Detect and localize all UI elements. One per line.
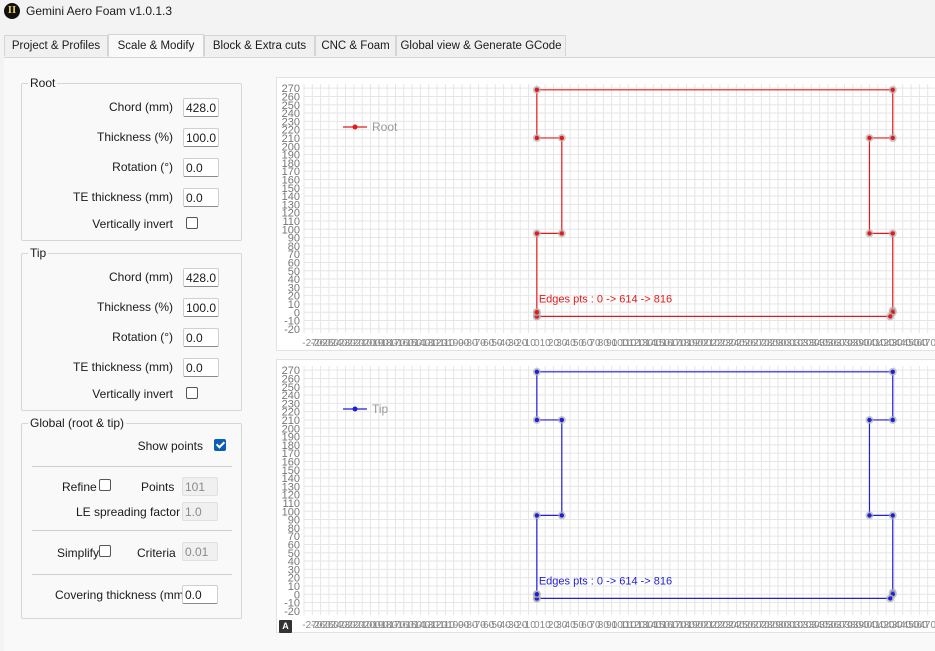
root-group: Root Chord (mm) 428.0 Thickness (%) 100.… (21, 76, 242, 241)
data-point (559, 417, 564, 423)
data-point (559, 231, 564, 236)
root-thickness-field[interactable]: 100.0 (183, 128, 219, 147)
series-line-tip (536, 371, 894, 599)
legend-marker (352, 406, 358, 412)
refine-label: Refine (62, 480, 97, 494)
plot-autoscale-icon[interactable]: A (279, 620, 292, 633)
tip-group: Tip Chord (mm) 428.0 Thickness (%) 100.0… (21, 246, 242, 411)
legend-label: Root (372, 120, 398, 134)
separator (32, 574, 232, 575)
data-point (534, 369, 540, 375)
title-bar: II Gemini Aero Foam v1.0.1.3 (0, 0, 935, 24)
root-te-field[interactable]: 0.0 (183, 188, 219, 207)
tip-thickness-label: Thickness (%) (96, 300, 173, 314)
data-point (559, 135, 564, 141)
covering-thickness-field[interactable]: 0.0 (182, 585, 218, 604)
edges-annotation: Edges pts : 0 -> 614 -> 816 (539, 575, 672, 587)
points-label: Points (141, 480, 175, 494)
tab-project-profiles[interactable]: Project & Profiles (4, 35, 108, 56)
simplify-checkbox[interactable] (99, 545, 111, 557)
app-logo-icon: II (4, 3, 20, 19)
root-group-title: Root (28, 76, 58, 90)
global-group-title: Global (root & tip) (28, 416, 127, 430)
tip-group-title: Tip (28, 246, 49, 260)
tip-profile-plot[interactable]: 270 260 250 240 230 220 210 200 190 180 170 160 150 1… (276, 359, 935, 633)
show-points-label: Show points (137, 439, 203, 453)
data-point (534, 87, 540, 93)
data-point (867, 231, 872, 236)
tip-rotation-field[interactable]: 0.0 (183, 328, 219, 347)
x-tick-label: 470 (919, 338, 935, 349)
window-title: Gemini Aero Foam v1.0.1.3 (26, 4, 173, 18)
tip-chord-label: Chord (mm) (108, 270, 173, 284)
root-chord-field[interactable]: 428.0 (183, 98, 219, 117)
tip-invert-label: Vertically invert (92, 387, 173, 401)
global-group: Global (root & tip) Show points Refine P… (21, 416, 242, 619)
data-point (534, 310, 540, 315)
y-tick-label: -20 (284, 324, 300, 336)
show-points-checkbox[interactable] (214, 439, 226, 451)
data-point (890, 513, 895, 518)
root-profile-plot[interactable]: 270 260 250 240 230 220 210 200 190 180 170 160 150 1… (276, 77, 935, 351)
covering-thickness-label: Covering thickness (mm) (55, 588, 188, 602)
edges-annotation: Edges pts : 0 -> 614 -> 816 (539, 293, 672, 305)
data-point (534, 592, 540, 597)
x-tick-label: 470 (919, 620, 935, 631)
separator (32, 530, 232, 531)
data-point (890, 135, 895, 141)
root-thickness-label: Thickness (%) (96, 130, 173, 144)
data-point (559, 513, 564, 518)
data-point (534, 135, 540, 141)
data-point (890, 231, 895, 236)
root-chord-label: Chord (mm) (108, 100, 173, 114)
tab-scale-modify[interactable]: Scale & Modify (108, 34, 204, 57)
legend-marker (352, 124, 358, 130)
tip-invert-checkbox[interactable] (186, 387, 198, 399)
data-point (890, 417, 895, 423)
data-point (534, 231, 540, 236)
simplify-label: Simplify (57, 546, 100, 560)
refine-checkbox[interactable] (99, 479, 111, 491)
root-te-label: TE thickness (mm) (72, 190, 173, 204)
criteria-field[interactable]: 0.01 (182, 542, 218, 561)
data-point (867, 417, 872, 423)
tip-te-label: TE thickness (mm) (72, 360, 173, 374)
tip-thickness-field[interactable]: 100.0 (183, 298, 219, 317)
tip-chord-field[interactable]: 428.0 (183, 268, 219, 287)
le-spreading-label: LE spreading factor (76, 505, 181, 519)
tab-block-extra-cuts[interactable]: Block & Extra cuts (204, 35, 315, 56)
data-point (867, 513, 872, 518)
data-point (888, 596, 893, 601)
data-point (534, 417, 540, 423)
legend-label: Tip (372, 402, 389, 416)
root-invert-label: Vertically invert (92, 217, 173, 231)
points-field[interactable]: 101 (182, 477, 218, 496)
profile-chart-svg: 2702602502402302202102001901801701601501… (282, 365, 935, 631)
tip-rotation-label: Rotation (°) (112, 330, 173, 344)
tip-te-field[interactable]: 0.0 (183, 358, 219, 377)
data-point (890, 369, 895, 375)
data-point (888, 314, 893, 319)
root-rotation-label: Rotation (°) (112, 160, 173, 174)
data-point (890, 87, 895, 93)
criteria-label: Criteria (137, 546, 176, 560)
separator (32, 466, 232, 467)
tab-global-view-gcode[interactable]: Global view & Generate GCode (396, 35, 566, 56)
le-spreading-field[interactable]: 1.0 (182, 502, 218, 521)
data-point (534, 513, 540, 518)
root-rotation-field[interactable]: 0.0 (183, 158, 219, 177)
y-tick-label: -20 (284, 606, 300, 618)
series-line-root (536, 89, 894, 317)
data-point (867, 135, 872, 141)
profile-chart-svg: 2702602502402302202102001901801701601501… (282, 83, 935, 349)
tab-cnc-foam[interactable]: CNC & Foam (315, 35, 396, 56)
root-invert-checkbox[interactable] (186, 217, 198, 229)
